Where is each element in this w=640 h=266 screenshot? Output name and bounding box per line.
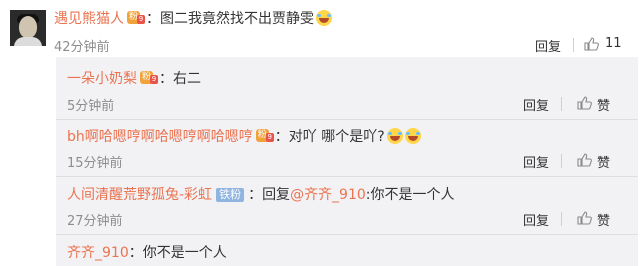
reply-button[interactable]: 回复 xyxy=(523,210,549,229)
reply-button[interactable]: 回复 xyxy=(535,36,561,55)
reply-text: 你不是一个人 xyxy=(142,245,227,261)
reply-line: 人间清醒荒野孤兔-彩虹 铁粉 ：回复@齐齐_910:你不是一个人 xyxy=(67,187,455,203)
user-level-badge-icon[interactable]: 粉9 xyxy=(127,10,145,26)
reply-text: 对吖 哪个是吖? xyxy=(288,129,385,145)
like-button[interactable]: 赞 xyxy=(597,95,610,114)
avatar[interactable] xyxy=(10,10,46,46)
timestamp: 5分钟前 xyxy=(67,99,115,114)
user-level-badge-icon[interactable]: 粉9 xyxy=(255,128,274,144)
mention-link[interactable]: @齐齐_910 xyxy=(290,187,366,203)
user-level-badge-icon[interactable]: 粉9 xyxy=(140,70,158,86)
fan-badge[interactable]: 铁粉 xyxy=(216,188,245,202)
username[interactable]: bh啊哈嗯哼啊哈嗯哼啊哈嗯哼 xyxy=(67,129,253,145)
like-count[interactable]: 11 xyxy=(605,36,622,51)
username[interactable]: 遇见熊猫人 xyxy=(54,11,124,27)
thumbs-up-icon[interactable] xyxy=(584,37,599,51)
laughing-crying-emoji-icon xyxy=(316,10,332,26)
username[interactable]: 齐齐_910 xyxy=(67,245,129,261)
thumbs-up-icon[interactable] xyxy=(577,96,592,110)
reply-line: 齐齐_910：你不是一个人 xyxy=(67,245,227,261)
reply-line: 一朵小奶梨粉 9 ：右二 xyxy=(67,70,201,87)
timestamp: 15分钟前 xyxy=(67,156,123,171)
laughing-crying-emoji-icon xyxy=(386,128,403,144)
reply-line: bh啊哈嗯哼啊哈嗯哼啊哈嗯哼粉 9 ：对吖 哪个是吖? xyxy=(67,128,421,146)
username[interactable]: 人间清醒荒野孤兔-彩虹 xyxy=(67,187,212,203)
reply-text: 右二 xyxy=(173,71,201,87)
comment-text: 图二我竟然找不出贾静雯 xyxy=(160,11,314,27)
like-button[interactable]: 赞 xyxy=(597,210,610,229)
reply-button[interactable]: 回复 xyxy=(523,95,549,114)
thumbs-up-icon[interactable] xyxy=(577,211,592,225)
username[interactable]: 一朵小奶梨 xyxy=(67,71,137,87)
comment-line: 遇见熊猫人粉 9 ：图二我竟然找不出贾静雯 xyxy=(54,10,332,28)
reply-button[interactable]: 回复 xyxy=(523,152,549,171)
thumbs-up-icon[interactable] xyxy=(577,153,592,167)
reply-text: :你不是一个人 xyxy=(365,187,455,203)
timestamp: 42分钟前 xyxy=(54,40,110,55)
laughing-crying-emoji-icon xyxy=(404,128,421,144)
timestamp: 27分钟前 xyxy=(67,214,123,229)
like-button[interactable]: 赞 xyxy=(597,152,610,171)
top-comment: 遇见熊猫人粉 9 ：图二我竟然找不出贾静雯 42分钟前 回复 11 xyxy=(0,0,640,56)
